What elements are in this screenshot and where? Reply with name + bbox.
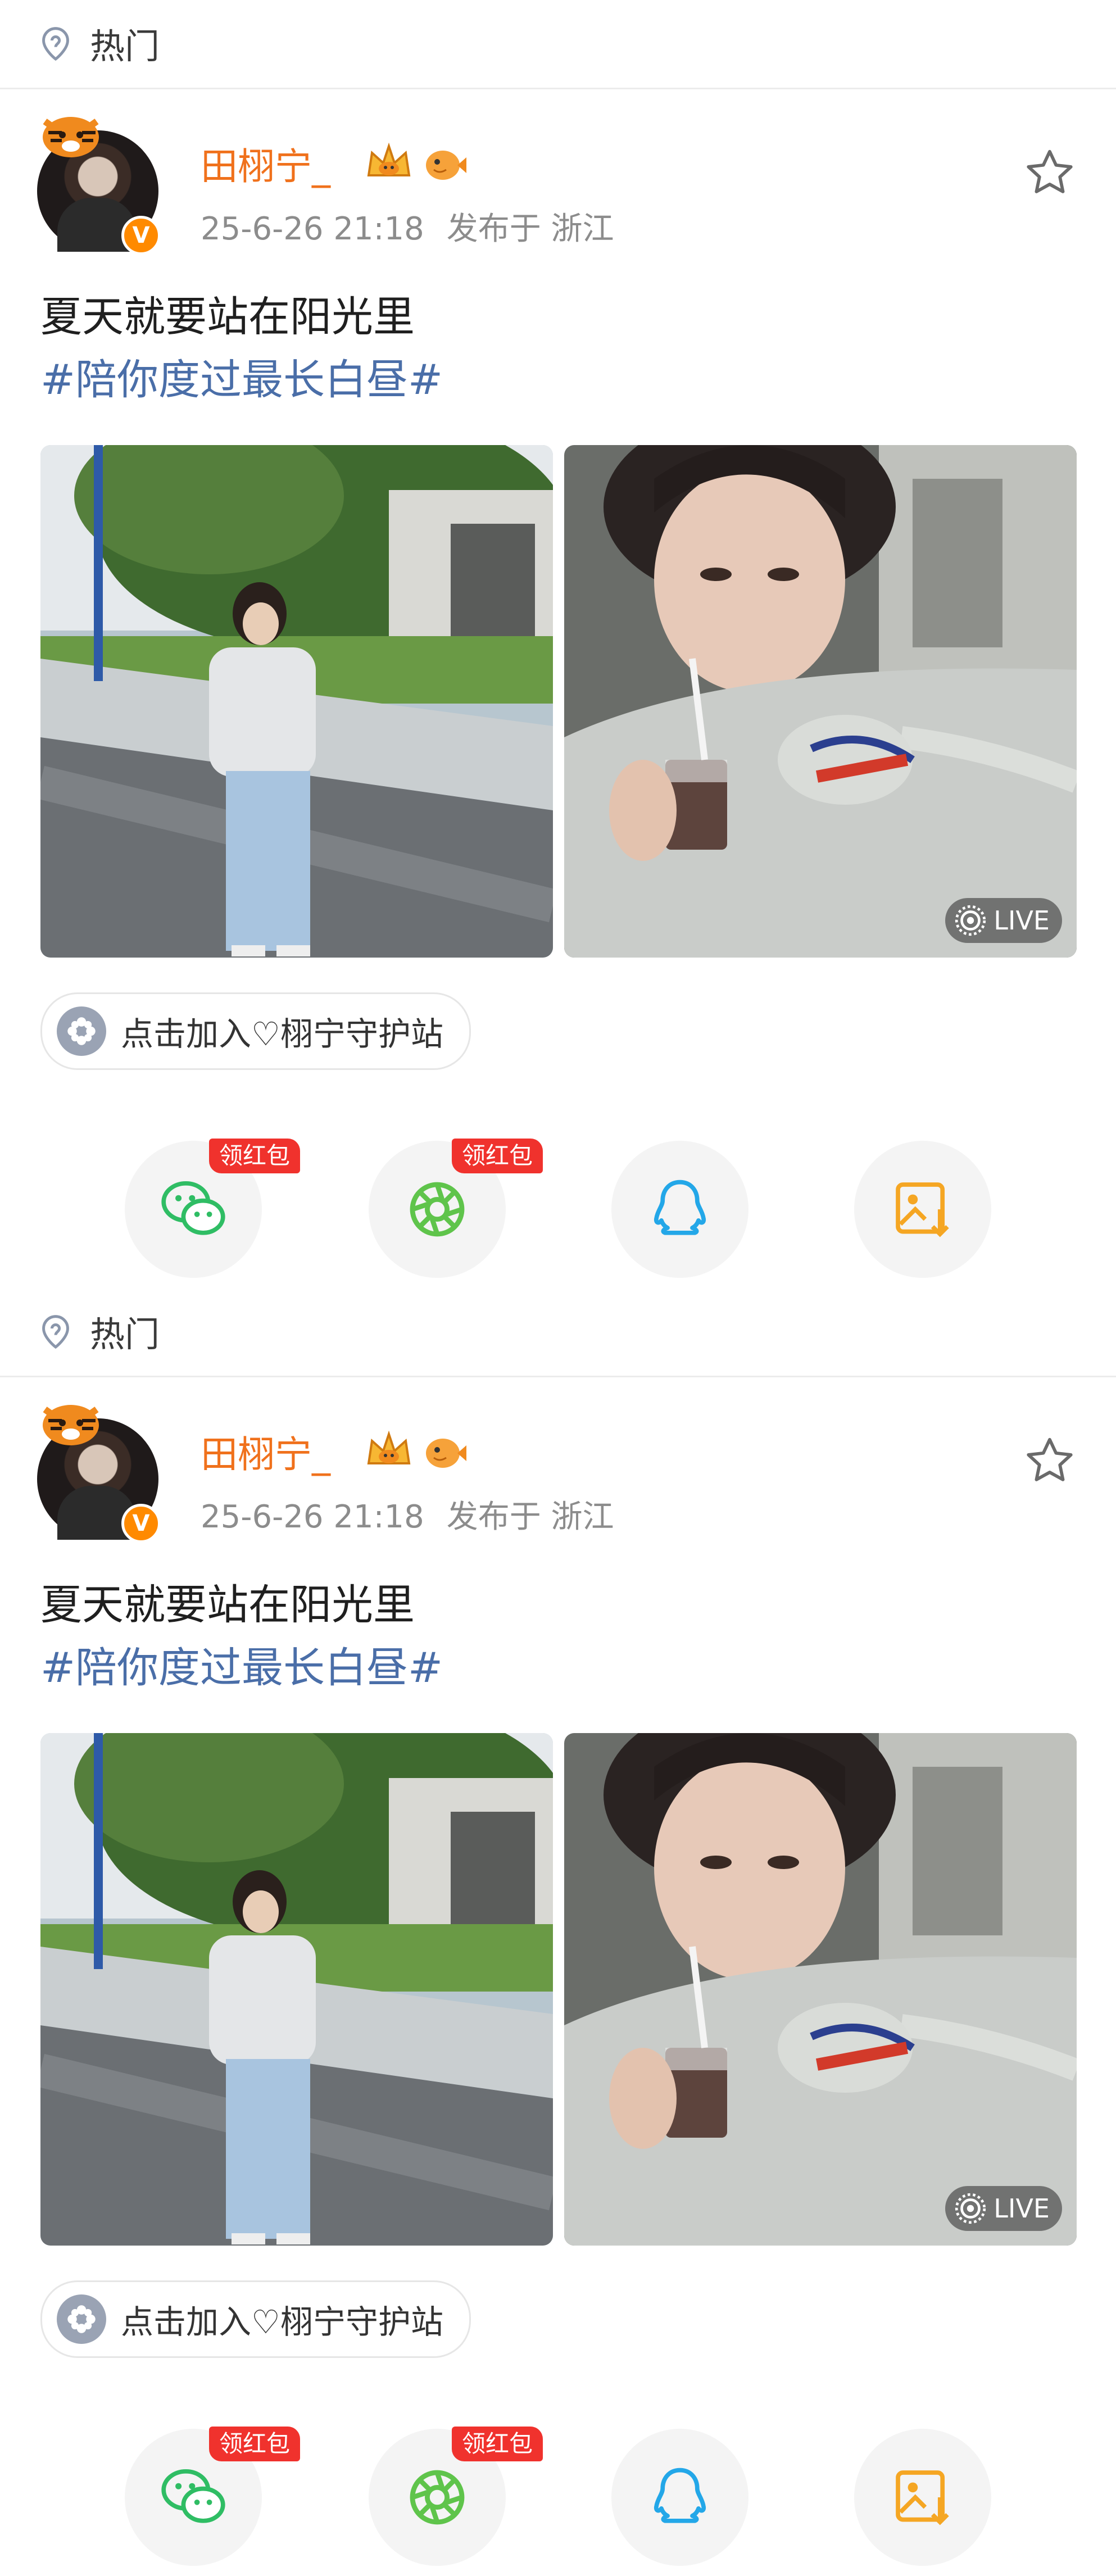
wechat-icon (161, 2469, 225, 2523)
post-photo-2[interactable]: LIVE (564, 1733, 1077, 2246)
section-divider (0, 88, 1116, 89)
favorite-star-icon[interactable] (1024, 1435, 1076, 1487)
verified-badge: V (121, 1504, 161, 1543)
crown-badge-icon (367, 1430, 411, 1464)
post-hashtag[interactable]: #陪你度过最长白昼# (40, 1640, 443, 1696)
post-photo-1[interactable] (40, 1733, 553, 2246)
user-name[interactable]: 田栩宁_ (201, 142, 330, 192)
favorite-star-icon[interactable] (1024, 147, 1076, 199)
feed-post: 热门 V 田栩宁_ 25-6-26 21:18 发布于 浙江 夏天就要站在阳光里 … (0, 1288, 1116, 2576)
portrait-photo (564, 1733, 1077, 2246)
wechat-icon (161, 1181, 225, 1235)
share-qq-button[interactable] (611, 1141, 748, 1278)
post-hashtag[interactable]: #陪你度过最长白昼# (40, 352, 443, 408)
redpack-badge: 领红包 (452, 1139, 543, 1173)
hot-label: 热门 (90, 26, 160, 67)
fish-badge-icon (426, 1439, 466, 1468)
hot-section-header: 热门 (37, 18, 160, 69)
post-time: 25-6-26 21:18 (201, 211, 424, 247)
tiger-pendant-icon (43, 1405, 99, 1445)
post-time: 25-6-26 21:18 (201, 1499, 424, 1535)
fan-group-chip[interactable]: 点击加入♡栩宁守护站 (40, 992, 471, 1070)
post-meta: 25-6-26 21:18 发布于 浙江 (201, 1496, 614, 1539)
save-image-button[interactable] (854, 1141, 991, 1278)
hot-location-icon (42, 27, 69, 61)
crown-badge-icon (367, 142, 411, 176)
verified-badge: V (121, 216, 161, 255)
tiger-pendant-icon (43, 117, 99, 157)
portrait-photo (564, 445, 1077, 958)
redpack-badge: 领红包 (209, 1139, 301, 1173)
hot-section-header: 热门 (37, 1306, 160, 1357)
fan-group-icon (57, 1006, 106, 1056)
fish-badge-icon (426, 151, 466, 180)
qq-icon (654, 1180, 706, 1235)
post-photo-1[interactable] (40, 445, 553, 958)
street-photo (40, 1733, 553, 2246)
user-avatar[interactable]: V (37, 1398, 163, 1543)
section-divider (0, 1376, 1116, 1377)
redpack-badge: 领红包 (209, 2427, 301, 2461)
street-photo (40, 445, 553, 958)
post-photo-2[interactable]: LIVE (564, 445, 1077, 958)
user-name[interactable]: 田栩宁_ (201, 1430, 330, 1480)
fan-group-icon (57, 2294, 106, 2344)
post-meta: 25-6-26 21:18 发布于 浙江 (201, 208, 614, 251)
moments-icon (410, 1182, 465, 1237)
live-label: LIVE (993, 905, 1050, 936)
live-photo-badge: LIVE (945, 898, 1062, 943)
feed-post: 热门 V 田栩宁_ 25-6-26 21:18 发布于 浙江 夏天就要站在阳光里 … (0, 0, 1116, 1288)
post-location: 发布于 浙江 (446, 1499, 614, 1535)
save-image-icon (896, 1182, 949, 1237)
live-photo-icon (955, 905, 986, 936)
moments-icon (410, 2470, 465, 2525)
live-photo-badge: LIVE (945, 2186, 1062, 2231)
fan-group-label: 点击加入♡栩宁守护站 (121, 1015, 443, 1053)
live-photo-icon (955, 2193, 986, 2224)
post-text: 夏天就要站在阳光里 (40, 293, 415, 341)
live-label: LIVE (993, 2193, 1050, 2224)
redpack-badge: 领红包 (452, 2427, 543, 2461)
post-text: 夏天就要站在阳光里 (40, 1581, 415, 1629)
user-avatar[interactable]: V (37, 110, 163, 255)
post-location: 发布于 浙江 (446, 211, 614, 247)
hot-location-icon (42, 1315, 69, 1349)
fan-group-chip[interactable]: 点击加入♡栩宁守护站 (40, 2280, 471, 2358)
share-qq-button[interactable] (611, 2429, 748, 2566)
save-image-icon (896, 2470, 949, 2525)
hot-label: 热门 (90, 1314, 160, 1355)
qq-icon (654, 2468, 706, 2523)
save-image-button[interactable] (854, 2429, 991, 2566)
fan-group-label: 点击加入♡栩宁守护站 (121, 2303, 443, 2341)
